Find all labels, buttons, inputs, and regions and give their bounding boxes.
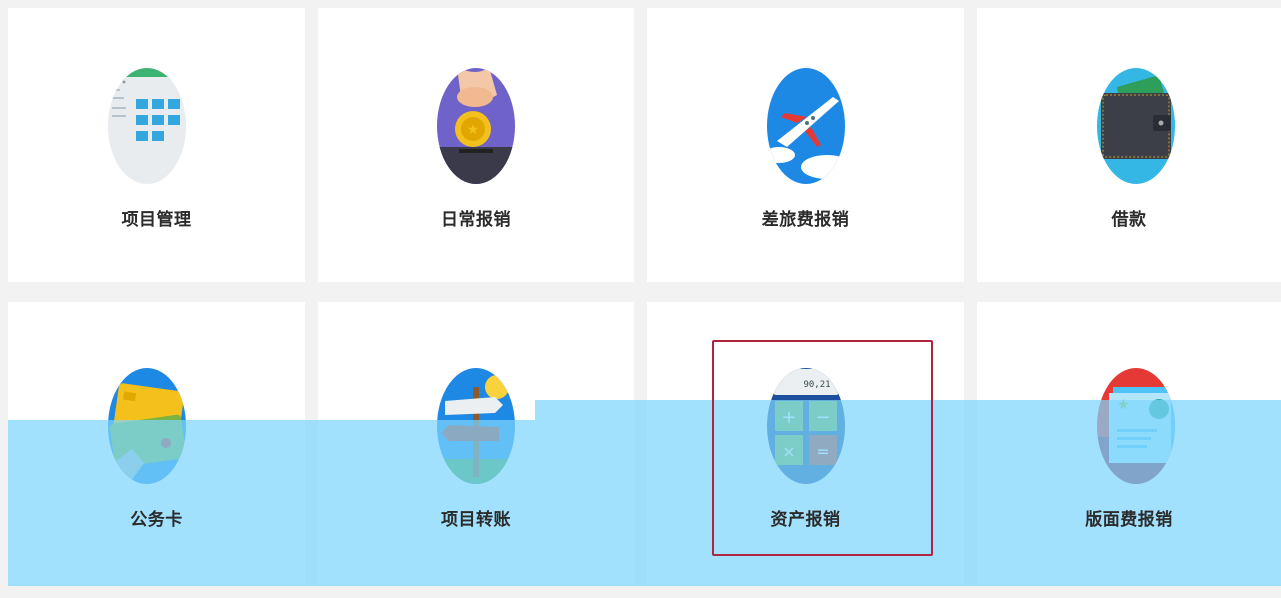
tile-project-transfer[interactable]: 项目转账 [318, 302, 634, 584]
building-calendar-icon [108, 67, 186, 185]
svg-text:★: ★ [1117, 397, 1130, 413]
calculator-display: 90,21 [803, 380, 830, 390]
tile-label: 项目转账 [441, 510, 511, 530]
tile-label: 公务卡 [130, 510, 183, 530]
svg-text:=: = [816, 442, 829, 461]
svg-text:−: − [815, 407, 830, 428]
airplane-icon [767, 67, 845, 185]
calculator-icon: 90,21 + − × = [767, 367, 845, 485]
tile-label: 项目管理 [121, 210, 192, 230]
svg-text:★: ★ [467, 122, 480, 138]
wallet-icon [1097, 67, 1175, 185]
tile-project-management[interactable]: 项目管理 [8, 8, 305, 282]
tile-label: 差旅费报销 [761, 210, 850, 230]
tile-travel-reimbursement[interactable]: 差旅费报销 [647, 8, 964, 282]
tile-asset-reimbursement[interactable]: 90,21 + − × = 资产报销 [647, 302, 964, 584]
tile-label: 借款 [1111, 210, 1147, 230]
tile-daily-reimbursement[interactable]: ★ 日常报销 [318, 8, 634, 282]
svg-text:×: × [782, 442, 795, 461]
credit-card-icon [108, 367, 186, 485]
tile-page-fee-reimbursement[interactable]: ★ 版面费报销 [977, 302, 1281, 584]
document-star-icon: ★ [1097, 367, 1175, 485]
svg-text:+: + [781, 407, 796, 428]
tile-label: 版面费报销 [1085, 510, 1173, 530]
tile-loan[interactable]: 借款 [977, 8, 1281, 282]
tile-label: 日常报销 [441, 210, 511, 230]
coin-hand-icon: ★ [437, 67, 515, 185]
tile-official-card[interactable]: 公务卡 [8, 302, 305, 584]
signpost-icon [437, 367, 515, 485]
tile-label: 资产报销 [770, 510, 841, 530]
